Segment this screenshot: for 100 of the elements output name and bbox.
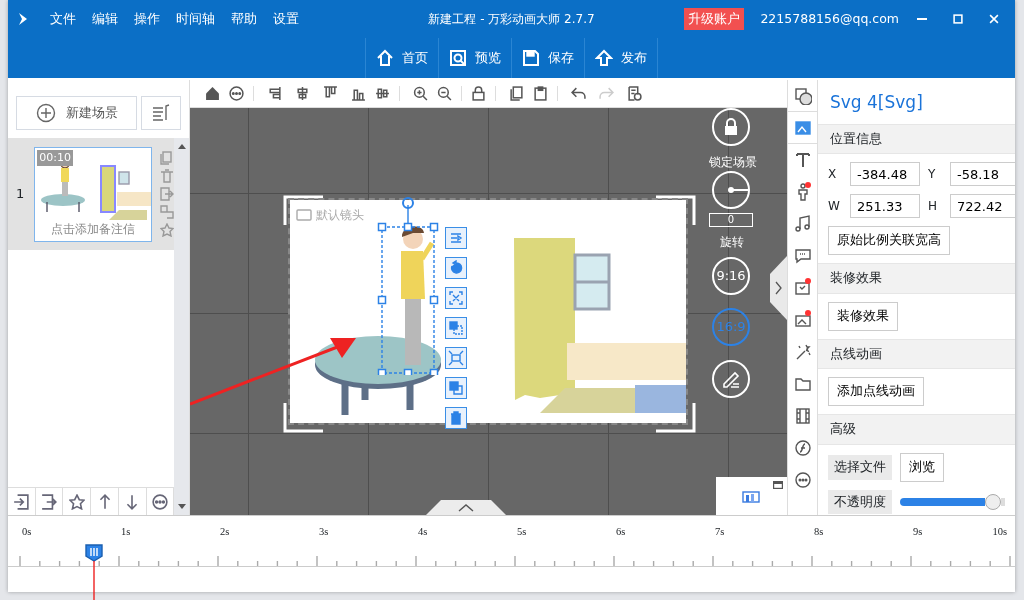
plus-circle-icon — [35, 103, 56, 123]
time-tick-label: 7s — [715, 525, 725, 539]
expand-timeline-tab[interactable] — [425, 500, 507, 515]
scene-row[interactable]: 1 00:10 点击添加备注信 — [8, 138, 175, 250]
film-icon[interactable] — [793, 407, 812, 425]
section-header: 位置信息 — [818, 123, 1015, 155]
lock-icon[interactable] — [471, 86, 486, 101]
time-tick-label: 4s — [418, 525, 428, 539]
object-tool-button[interactable] — [445, 347, 467, 369]
more-icon[interactable] — [793, 471, 812, 489]
object-tool-button[interactable] — [445, 257, 467, 279]
layer-icon — [448, 380, 464, 396]
toolbar-button[interactable]: 发布 — [584, 38, 658, 78]
scroll-up-icon[interactable] — [177, 144, 186, 149]
camera-icon — [296, 209, 312, 221]
align-center-icon[interactable] — [294, 86, 310, 101]
scene-number: 1 — [16, 185, 25, 204]
rotation-dial[interactable] — [711, 170, 751, 210]
menu-item[interactable]: 操作 — [134, 9, 160, 29]
menu-item[interactable]: 时间轴 — [176, 9, 215, 29]
opacity-slider-fill[interactable] — [900, 497, 985, 506]
history-icon[interactable] — [626, 86, 642, 101]
zoom-in-icon[interactable] — [412, 86, 428, 101]
image-icon[interactable] — [793, 118, 812, 137]
time-tick-label: 8s — [814, 525, 824, 539]
paste-icon[interactable] — [533, 86, 548, 101]
shapes-icon[interactable] — [793, 86, 812, 105]
toolbar-button[interactable]: 首页 — [365, 38, 438, 78]
time-tick-label: 10s — [992, 525, 1007, 539]
text-icon[interactable] — [793, 151, 812, 169]
section-header: 高级 — [818, 414, 1015, 445]
picture-frame-icon[interactable] — [793, 279, 812, 297]
star-icon[interactable] — [160, 223, 175, 237]
object-tool-button[interactable] — [445, 407, 467, 429]
opacity-slider-thumb[interactable] — [984, 493, 1001, 510]
coordinate-field[interactable]: 251.33 — [850, 194, 920, 219]
align-right-icon[interactable] — [266, 86, 282, 101]
menu-item[interactable]: 文件 — [50, 9, 76, 29]
camera-label: 默认镜头 — [316, 207, 364, 224]
export-icon[interactable] — [41, 493, 58, 510]
zoom-out-icon[interactable] — [437, 86, 452, 101]
trash-icon — [448, 410, 464, 426]
coordinate-field[interactable]: 722.42 — [950, 194, 1015, 219]
function-icon[interactable] — [793, 439, 812, 457]
upgrade-button[interactable]: 升级账户 — [684, 7, 745, 31]
selected-character-drawing[interactable] — [377, 195, 439, 375]
more-icon[interactable] — [229, 86, 244, 101]
window-icon[interactable] — [773, 481, 783, 489]
new-scene-button[interactable]: 新建场景 — [16, 96, 137, 130]
distribute-icon[interactable] — [375, 86, 390, 101]
object-title: Svg 4[Svg] — [829, 91, 924, 114]
menu-item[interactable]: 编辑 — [92, 9, 118, 29]
ratio-lock-button[interactable]: 原始比例关联宽高 — [828, 226, 950, 255]
home-icon[interactable] — [204, 86, 220, 101]
scroll-down-icon[interactable] — [177, 504, 186, 509]
scene-thumbnail[interactable]: 00:10 点击添加备注信 — [34, 146, 153, 242]
add-path-animation-button[interactable]: 添加点线动画 — [828, 377, 924, 406]
minimize-icon — [917, 18, 927, 20]
layer-up-icon — [448, 320, 464, 336]
edit-button[interactable] — [712, 360, 750, 398]
object-tool-button[interactable] — [445, 287, 467, 309]
scene-note[interactable]: 点击添加备注信 — [35, 221, 152, 239]
coordinate-field[interactable]: -58.18 — [950, 162, 1015, 187]
save-icon — [522, 49, 540, 67]
rotate-label: 旋转 — [720, 234, 744, 251]
music-icon[interactable] — [793, 215, 812, 233]
object-tool-button[interactable] — [445, 377, 467, 399]
preview-icon — [449, 49, 467, 67]
upload-icon — [595, 49, 613, 67]
scrollbar[interactable] — [174, 138, 189, 515]
lock-scene-label: 锁定场景 — [709, 154, 757, 171]
rotate-icon — [448, 260, 464, 276]
coordinate-field[interactable]: -384.48 — [850, 162, 920, 187]
time-tick-label: 5s — [517, 525, 527, 539]
list-music-button[interactable] — [141, 96, 181, 130]
field-label: Y — [928, 166, 937, 184]
decoration-button[interactable]: 装修效果 — [828, 301, 898, 331]
rotation-field[interactable]: 0 — [709, 213, 753, 227]
object-tool-button[interactable] — [445, 227, 467, 249]
folder-icon[interactable] — [793, 375, 812, 393]
browse-button[interactable]: 浏览 — [900, 452, 944, 482]
import-icon[interactable] — [13, 493, 30, 510]
toolbar-button[interactable]: 预览 — [438, 38, 511, 78]
collapse-panel-tab[interactable] — [770, 256, 787, 320]
speech-bubble-icon[interactable] — [793, 247, 812, 265]
object-tool-button[interactable] — [445, 317, 467, 339]
opacity-slider-track[interactable] — [1000, 497, 1005, 506]
aspect-ratio-button[interactable]: 9:16 — [712, 257, 750, 295]
menu-item[interactable]: 设置 — [273, 9, 299, 29]
playhead[interactable] — [85, 544, 104, 600]
copy-icon[interactable] — [508, 86, 524, 101]
list-music-icon — [151, 103, 171, 123]
undo-icon[interactable] — [570, 86, 586, 101]
lock-scene-button[interactable] — [712, 108, 750, 146]
menu-item[interactable]: 帮助 — [231, 9, 257, 29]
section-header: 装修效果 — [818, 263, 1015, 294]
toolbar-button[interactable]: 保存 — [511, 38, 584, 78]
more-icon[interactable] — [151, 493, 168, 510]
field-label: H — [928, 198, 939, 216]
star-icon[interactable] — [68, 493, 85, 510]
